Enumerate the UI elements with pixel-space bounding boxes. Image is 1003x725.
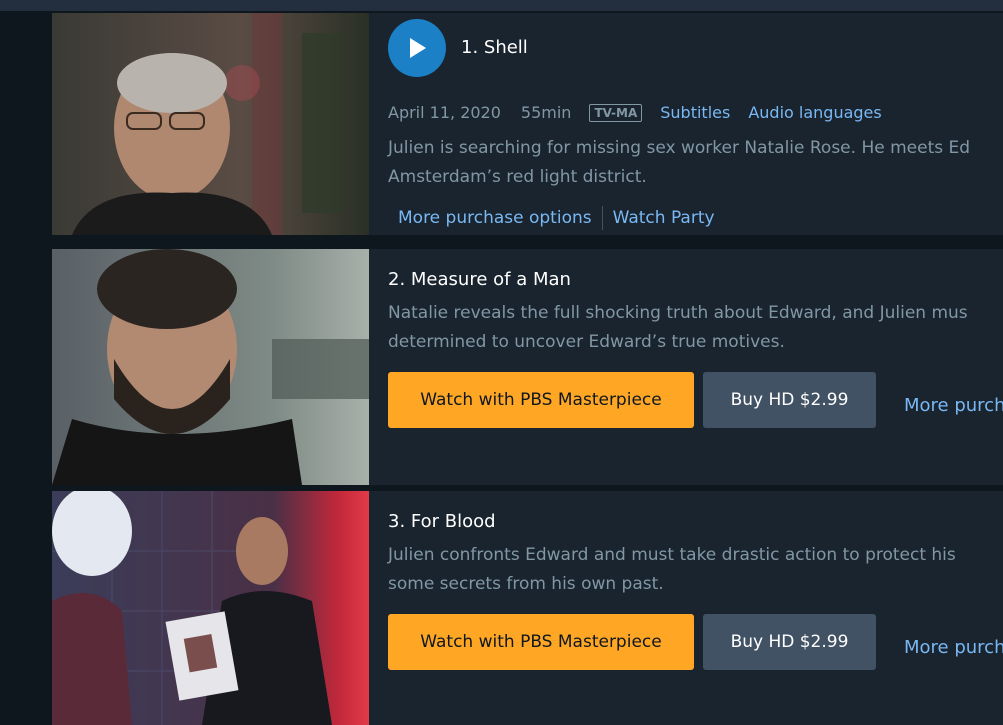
release-date: April 11, 2020: [388, 103, 501, 122]
synopsis-line: Julien confronts Edward and must take dr…: [388, 545, 956, 565]
episode-info-3: 3. For Blood Julien confronts Edward and…: [388, 491, 1003, 725]
synopsis-line: Natalie reveals the full shocking truth …: [388, 303, 968, 323]
episode-links: More purchase options Watch Party: [398, 206, 715, 230]
top-bar: [0, 0, 1003, 11]
episode-synopsis: Julien confronts Edward and must take dr…: [388, 541, 1003, 599]
more-purchase-options-link[interactable]: More purch: [904, 395, 1003, 416]
episode-title[interactable]: 3. For Blood: [388, 511, 496, 532]
episode-card-2: 2. Measure of a Man Natalie reveals the …: [52, 249, 1003, 485]
buy-hd-button[interactable]: Buy HD $2.99: [703, 614, 876, 670]
more-purchase-options-link[interactable]: More purch: [904, 637, 1003, 658]
episode-info-2: 2. Measure of a Man Natalie reveals the …: [388, 249, 1003, 485]
episode-info-1: 1. Shell April 11, 2020 55min TV-MA Subt…: [388, 13, 1003, 235]
episode-actions: Watch with PBS Masterpiece Buy HD $2.99 …: [388, 614, 1003, 670]
thumbnail-image: [52, 491, 369, 725]
synopsis-line: Amsterdam’s red light district.: [388, 167, 647, 187]
watch-with-pbs-button[interactable]: Watch with PBS Masterpiece: [388, 614, 694, 670]
episode-thumbnail-2[interactable]: [52, 249, 369, 485]
buy-hd-button[interactable]: Buy HD $2.99: [703, 372, 876, 428]
duration: 55min: [520, 103, 572, 122]
play-button[interactable]: [388, 19, 446, 77]
episode-synopsis: Natalie reveals the full shocking truth …: [388, 299, 1003, 357]
synopsis-line: some secrets from his own past.: [388, 574, 664, 594]
rating-badge: TV-MA: [589, 103, 643, 122]
episode-card-1: 1. Shell April 11, 2020 55min TV-MA Subt…: [52, 13, 1003, 235]
thumbnail-image: [52, 249, 369, 485]
episode-card-3: 3. For Blood Julien confronts Edward and…: [52, 491, 1003, 725]
episode-thumbnail-3[interactable]: [52, 491, 369, 725]
thumbnail-image: [52, 13, 369, 235]
synopsis-line: Julien is searching for missing sex work…: [388, 138, 971, 158]
play-icon: [410, 38, 426, 58]
watch-with-pbs-button[interactable]: Watch with PBS Masterpiece: [388, 372, 694, 428]
divider: [601, 206, 603, 230]
episode-title[interactable]: 2. Measure of a Man: [388, 269, 571, 290]
episode-synopsis: Julien is searching for missing sex work…: [388, 134, 1003, 192]
audio-languages-link[interactable]: Audio languages: [748, 103, 881, 122]
episode-title[interactable]: 1. Shell: [461, 37, 528, 58]
more-purchase-options-link[interactable]: More purchase options: [398, 208, 592, 228]
episode-actions: Watch with PBS Masterpiece Buy HD $2.99 …: [388, 372, 1003, 428]
synopsis-line: determined to uncover Edward’s true moti…: [388, 332, 785, 352]
subtitles-link[interactable]: Subtitles: [660, 103, 730, 122]
episode-meta: April 11, 2020 55min TV-MA Subtitles Aud…: [388, 103, 900, 122]
episode-thumbnail-1[interactable]: [52, 13, 369, 235]
watch-party-link[interactable]: Watch Party: [613, 208, 715, 228]
